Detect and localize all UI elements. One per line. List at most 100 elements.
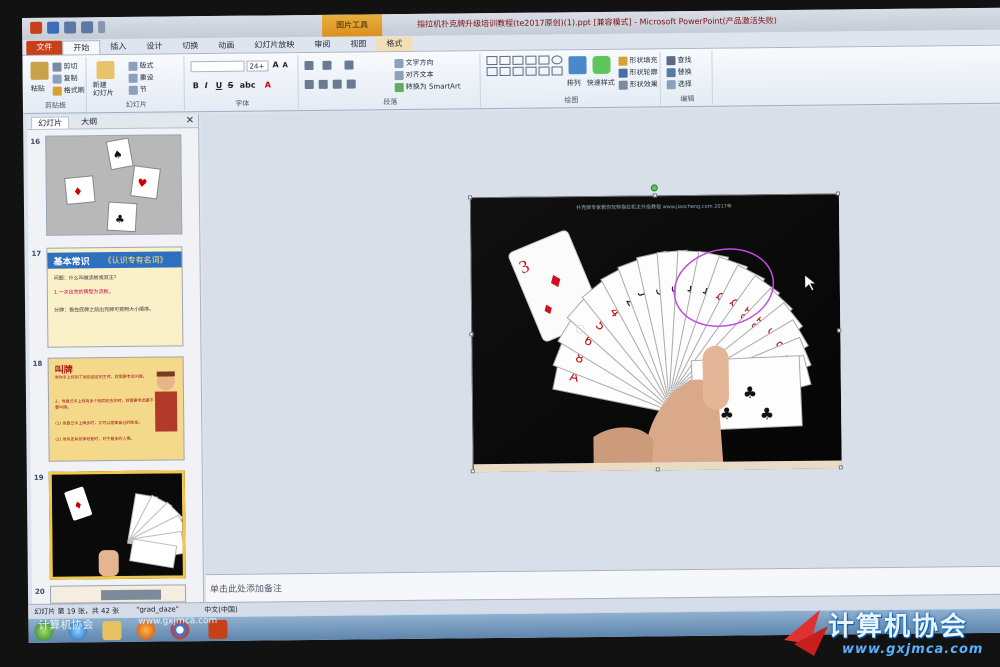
customize-qat-icon[interactable]: [98, 21, 106, 34]
new-slide-icon[interactable]: [96, 61, 115, 80]
theme-name: "grad_daze": [136, 605, 179, 614]
card-fan-image[interactable]: 3 ♦ ♦ ♦ A 8 6 5 4 2 J 9 5 4 4: [470, 194, 842, 473]
indent-button[interactable]: [344, 60, 354, 70]
font-color-button[interactable]: A: [265, 80, 271, 89]
arrange-label: 排列: [566, 79, 581, 88]
quick-styles-button[interactable]: 快速样式: [587, 78, 615, 88]
tab-insert[interactable]: 插入: [100, 40, 136, 54]
justify-button[interactable]: [346, 79, 356, 89]
slide-thumb-17[interactable]: 基本常识 《认识专有名词》 问题：什么叫做流板或双王？ 1.一次出完的牌型为流板…: [46, 246, 184, 348]
shape-hexagon[interactable]: [499, 66, 511, 77]
section-button[interactable]: 节: [128, 85, 147, 95]
layout-button[interactable]: 版式: [128, 61, 154, 71]
shape-effects-button[interactable]: 形状效果: [618, 79, 658, 90]
resize-handle[interactable]: [838, 465, 843, 470]
redo-icon[interactable]: [81, 21, 94, 34]
copy-button[interactable]: 复制: [52, 73, 78, 84]
tab-design[interactable]: 设计: [136, 39, 172, 53]
resize-handle[interactable]: [469, 332, 474, 337]
shape-line[interactable]: [512, 55, 524, 65]
cartoon-man-image: [154, 371, 178, 432]
align-right-button[interactable]: [332, 79, 342, 89]
slide-thumb-20[interactable]: [49, 584, 187, 604]
shapes-gallery[interactable]: [486, 55, 563, 77]
bullets-button[interactable]: [304, 60, 314, 71]
paste-button[interactable]: 粘贴: [31, 84, 45, 94]
rotate-handle[interactable]: [650, 184, 658, 192]
tab-slides[interactable]: 幻灯片: [31, 116, 70, 129]
resize-handle[interactable]: [652, 193, 657, 198]
arrange-button[interactable]: 排列: [567, 78, 581, 88]
thumb-number: 16: [30, 137, 41, 146]
folder-icon[interactable]: [102, 620, 122, 641]
format-painter-button[interactable]: 格式刷: [52, 85, 85, 96]
paste-icon[interactable]: [30, 61, 49, 80]
align-text-button[interactable]: 对齐文本: [394, 70, 434, 80]
quick-styles-icon[interactable]: [592, 55, 611, 75]
cut-button[interactable]: 剪切: [52, 61, 78, 72]
shape-textbox[interactable]: [486, 56, 498, 66]
tab-file[interactable]: 文件: [26, 40, 63, 55]
align-left-button[interactable]: [304, 79, 314, 90]
numbering-button[interactable]: [322, 60, 332, 70]
tab-home[interactable]: 开始: [62, 40, 101, 55]
underline-button[interactable]: U: [216, 81, 223, 90]
tab-review[interactable]: 审阅: [304, 38, 340, 52]
undo-icon[interactable]: [64, 21, 77, 34]
replace-label: 替换: [677, 67, 692, 77]
shape-fill-button[interactable]: 形状填充: [618, 55, 658, 66]
arrange-icon[interactable]: [568, 56, 587, 75]
align-center-button[interactable]: [318, 79, 328, 89]
strikethrough-button[interactable]: S: [228, 81, 234, 90]
bullets-icon: [304, 60, 314, 71]
shape-rectangle[interactable]: [499, 55, 511, 66]
shrink-font-icon[interactable]: A: [282, 61, 288, 69]
resize-handle[interactable]: [835, 191, 840, 196]
close-icon[interactable]: ✕: [186, 115, 195, 126]
slide-thumb-16[interactable]: ♠ ♥ ♦ ♣: [45, 134, 183, 236]
tab-format[interactable]: 格式: [376, 36, 413, 52]
slide-thumb-18[interactable]: 叫牌 当你手上抓到了当前选定的主时，就需要考虑叫牌。 2、当自己手上有有多个相同…: [47, 356, 185, 462]
powerpoint-logo-icon[interactable]: [30, 21, 43, 34]
layout-icon: [128, 61, 138, 71]
shape-oval[interactable]: [551, 55, 563, 65]
reset-button[interactable]: 重设: [128, 73, 154, 83]
tab-outline[interactable]: 大纲: [75, 116, 103, 128]
tab-transitions[interactable]: 切换: [172, 39, 208, 53]
text-direction-button[interactable]: 文字方向: [394, 58, 434, 68]
font-name-combo[interactable]: [190, 60, 245, 73]
grow-font-icon[interactable]: A: [272, 60, 278, 69]
tab-view[interactable]: 视图: [340, 37, 376, 51]
resize-handle[interactable]: [837, 328, 842, 333]
find-button[interactable]: 查找: [666, 55, 692, 65]
italic-button[interactable]: I: [205, 81, 208, 90]
paragraph-group: 文字方向 对齐文本 转换为 SmartArt 段落: [300, 53, 481, 110]
screen: 图片工具 指拉机扑克牌升级培训教程(te2017原创)(1).ppt [兼容模式…: [22, 7, 1000, 643]
shape-curve[interactable]: [525, 66, 537, 76]
tab-animations[interactable]: 动画: [208, 39, 244, 53]
replace-button[interactable]: 替换: [666, 67, 692, 77]
shape-arrow[interactable]: [525, 55, 537, 65]
shape-star[interactable]: [538, 66, 550, 76]
new-slide-button[interactable]: 新建 幻灯片: [93, 81, 114, 97]
ribbon: 粘贴 剪切 复制 格式刷 剪贴板 新建 幻灯片 版式 重设 节 幻灯片 24+ …: [22, 45, 1000, 114]
resize-handle[interactable]: [470, 469, 475, 474]
select-button[interactable]: 选择: [666, 79, 692, 89]
shape-triangle[interactable]: [486, 67, 498, 77]
shape-brace[interactable]: [551, 66, 563, 76]
resize-handle[interactable]: [467, 195, 472, 200]
tab-slide-show[interactable]: 幻灯片放映: [244, 38, 304, 53]
slide-thumb-19[interactable]: ♦: [48, 470, 186, 580]
shape-rounded-rect[interactable]: [538, 55, 550, 65]
resize-handle[interactable]: [655, 467, 660, 472]
slide-editor[interactable]: 扑克牌专家教你玩转指拉机主升级教程 www.jiaocheng.com 2017…: [201, 105, 1000, 575]
save-icon[interactable]: [47, 21, 60, 34]
shadow-button[interactable]: abc: [240, 81, 256, 90]
shape-outline-button[interactable]: 形状轮廓: [618, 67, 658, 78]
shape-bracket[interactable]: [512, 66, 524, 76]
smartart-button[interactable]: 转换为 SmartArt: [394, 81, 461, 92]
current-slide[interactable]: 扑克牌专家教你玩转指拉机主升级教程 www.jiaocheng.com 2017…: [467, 184, 843, 474]
bold-button[interactable]: B: [193, 81, 199, 90]
font-size-combo[interactable]: 24+: [246, 60, 269, 72]
thumb18-line: 2、当自己手上有有多个相同花色的时，就需要考虑要不要叫牌。: [54, 397, 154, 410]
